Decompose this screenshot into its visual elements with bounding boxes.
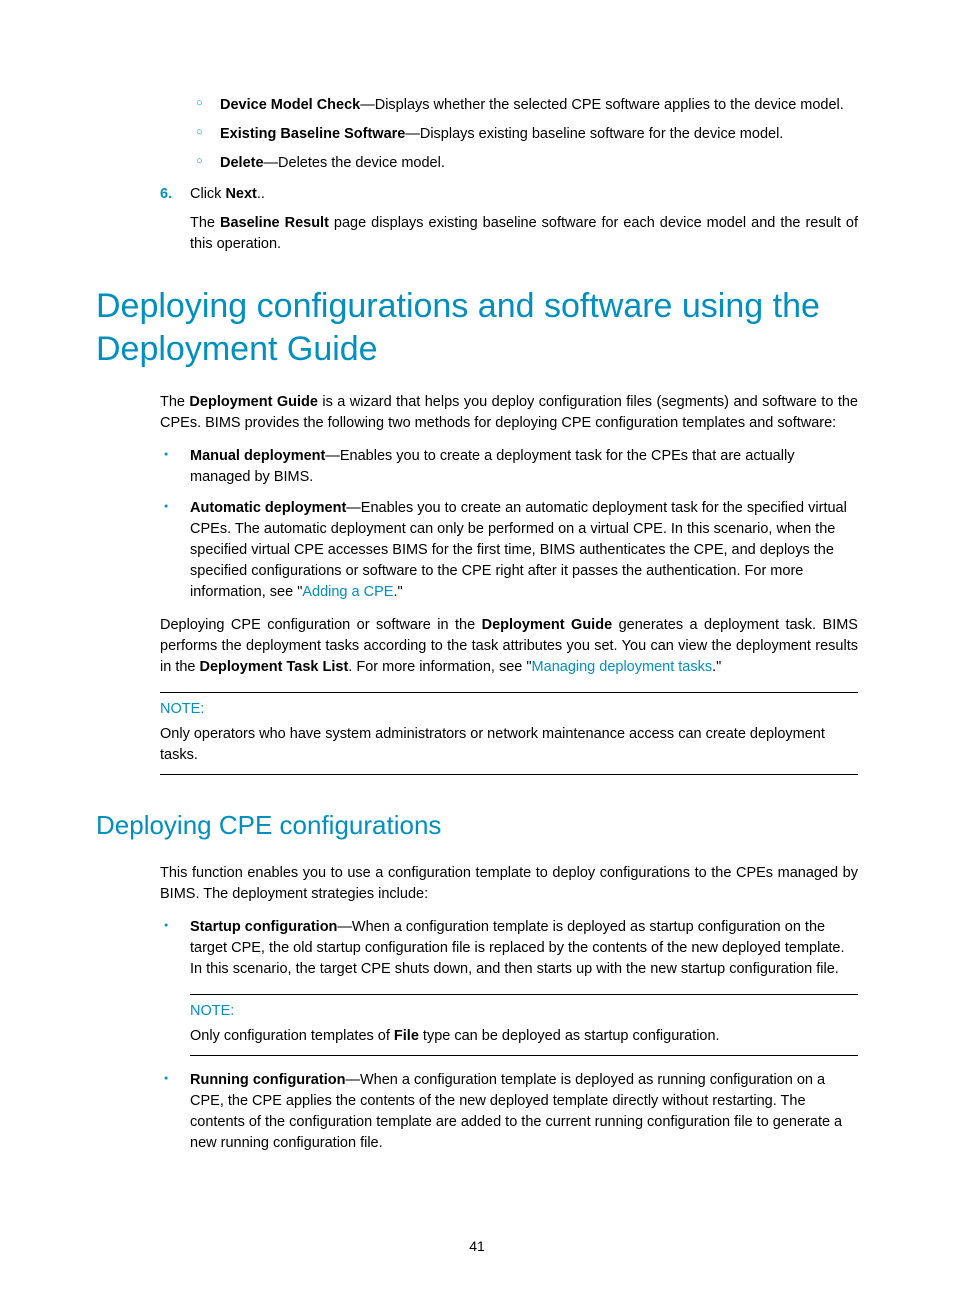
link-managing-tasks[interactable]: Managing deployment tasks xyxy=(532,659,713,675)
intro-paragraph: The Deployment Guide is a wizard that he… xyxy=(160,392,858,434)
methods-list: Manual deployment—Enables you to create … xyxy=(160,446,858,603)
h2-intro: This function enables you to use a confi… xyxy=(160,863,858,905)
term: Device Model Check xyxy=(220,97,360,113)
note-body: Only operators who have system administr… xyxy=(160,724,858,766)
step-6: 6. Click Next.. The Baseline Result page… xyxy=(160,184,858,255)
term: Automatic deployment xyxy=(190,500,346,516)
list-item: Delete—Deletes the device model. xyxy=(196,153,858,174)
deploy-paragraph: Deploying CPE configuration or software … xyxy=(160,615,858,678)
note-title: NOTE: xyxy=(160,699,858,720)
desc: —Deletes the device model. xyxy=(264,155,445,171)
term: Manual deployment xyxy=(190,448,325,464)
desc: —Displays whether the selected CPE softw… xyxy=(360,97,844,113)
strategies-list-2: Running configuration—When a configurati… xyxy=(160,1070,858,1154)
list-item: Manual deployment—Enables you to create … xyxy=(160,446,858,488)
page-number: 41 xyxy=(0,1236,954,1256)
step-number: 6. xyxy=(160,184,172,205)
numbered-steps: 6. Click Next.. The Baseline Result page… xyxy=(160,184,858,255)
note-body: Only configuration templates of File typ… xyxy=(190,1026,858,1047)
term: Delete xyxy=(220,155,264,171)
list-item: Existing Baseline Software—Displays exis… xyxy=(196,124,858,145)
term: Existing Baseline Software xyxy=(220,126,405,142)
step-result: The Baseline Result page displays existi… xyxy=(190,213,858,255)
list-item: Startup configuration—When a configurati… xyxy=(160,917,858,980)
strategies-list: Startup configuration—When a configurati… xyxy=(160,917,858,980)
heading-deploying-guide: Deploying configurations and software us… xyxy=(96,285,858,370)
list-item: Automatic deployment—Enables you to crea… xyxy=(160,498,858,603)
note-box: NOTE: Only operators who have system adm… xyxy=(160,692,858,775)
list-item: Device Model Check—Displays whether the … xyxy=(196,95,858,116)
heading-cpe-config: Deploying CPE configurations xyxy=(96,807,858,845)
term: Running configuration xyxy=(190,1072,345,1088)
note-title: NOTE: xyxy=(190,1001,858,1022)
note-box: NOTE: Only configuration templates of Fi… xyxy=(190,994,858,1056)
desc: —Displays existing baseline software for… xyxy=(405,126,783,142)
list-item: Running configuration—When a configurati… xyxy=(160,1070,858,1154)
term: Startup configuration xyxy=(190,919,337,935)
step-text: Click Next.. xyxy=(190,186,265,202)
link-adding-cpe[interactable]: Adding a CPE xyxy=(302,584,393,600)
sub-option-list: Device Model Check—Displays whether the … xyxy=(196,95,858,174)
